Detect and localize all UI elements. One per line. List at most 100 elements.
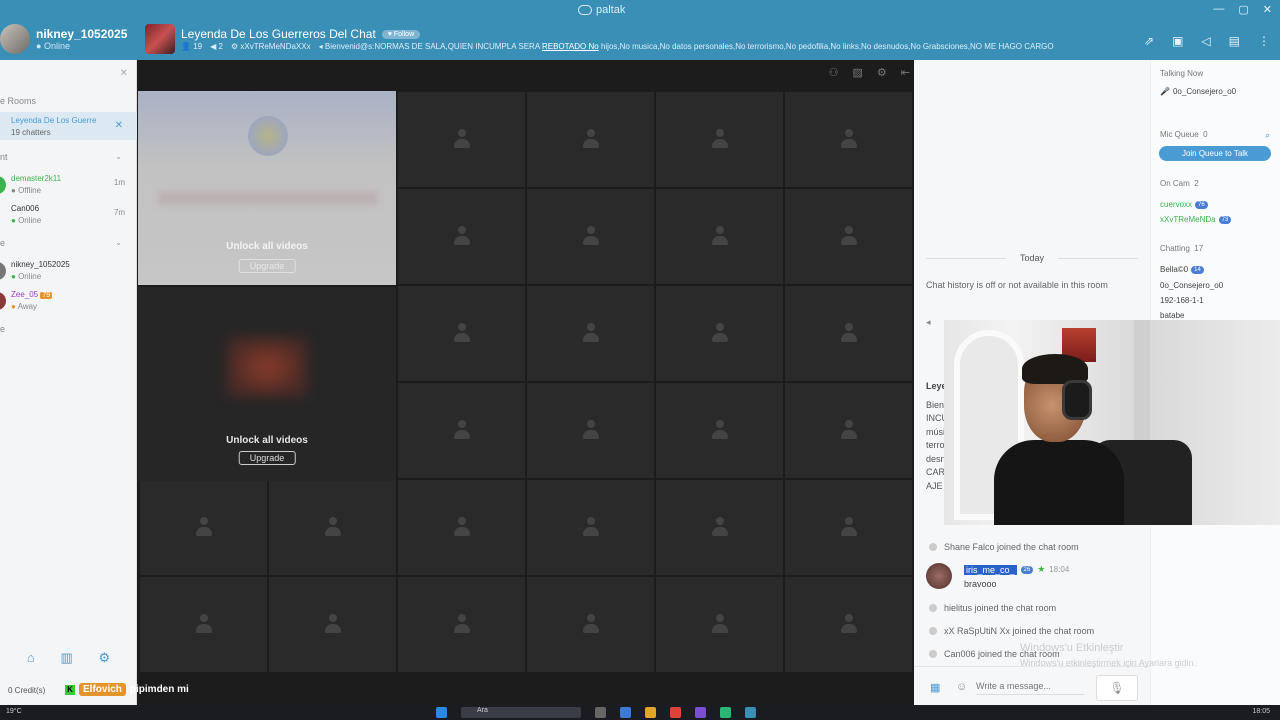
person-placeholder-icon xyxy=(709,516,731,539)
activation-watermark-sub: Windows'u etkinleştirmek için Ayarlara g… xyxy=(1020,658,1197,668)
video-settings-icon[interactable]: ⚙ xyxy=(877,66,887,79)
collapse-icon[interactable]: ⇤ xyxy=(901,66,910,79)
more-options-icon[interactable]: ⋮ xyxy=(1258,34,1270,48)
upgrade-button[interactable]: Upgrade xyxy=(238,451,296,465)
start-icon[interactable] xyxy=(436,707,447,718)
person-placeholder-icon xyxy=(580,128,602,151)
chevron-down-icon[interactable]: ⌄ xyxy=(115,152,122,161)
room-thumbnail[interactable] xyxy=(145,24,175,54)
volume-icon[interactable]: ◁ xyxy=(1201,34,1210,48)
emoji-icon[interactable]: ☺ xyxy=(956,681,967,693)
chart-icon[interactable]: ▤ xyxy=(1229,34,1240,48)
kick-icon: K xyxy=(65,684,75,695)
friend-avatar xyxy=(0,176,6,194)
weather-widget[interactable]: 19°C xyxy=(6,708,22,715)
person-placeholder-icon xyxy=(193,516,215,539)
sidebar-room-item[interactable]: Leyenda De Los Guerre 19 chatters ✕ xyxy=(0,112,137,140)
follow-button[interactable]: ♥ Follow xyxy=(381,29,421,39)
message-input[interactable] xyxy=(976,677,1084,695)
my-profile[interactable]: nikney_1052025 ● Online xyxy=(0,24,127,54)
app-icon[interactable] xyxy=(620,707,631,718)
person-placeholder-icon xyxy=(838,128,860,151)
person-placeholder-icon xyxy=(451,322,473,345)
level-badge: 26 xyxy=(1020,565,1034,574)
upgrade-button[interactable]: Upgrade xyxy=(238,259,296,273)
minimize-button[interactable]: — xyxy=(1213,3,1224,16)
person-placeholder-icon xyxy=(709,128,731,151)
chatting-label: Chatting xyxy=(1160,244,1190,253)
chat-user[interactable]: batabe xyxy=(1160,311,1184,320)
folder-icon[interactable] xyxy=(645,707,656,718)
contact-avatar xyxy=(0,262,6,280)
author-name[interactable]: iris_me_co_ xyxy=(964,564,1017,575)
person-placeholder-icon xyxy=(322,613,344,636)
talking-user[interactable]: 🎤 0o_Consejero_o0 xyxy=(1160,87,1236,96)
app-icon[interactable] xyxy=(695,707,706,718)
microphone-icon: 🎙 xyxy=(1109,681,1125,695)
motd-link[interactable]: REBOTADO No xyxy=(542,42,599,51)
cam-user[interactable]: cuervoxx 76 xyxy=(1160,200,1208,209)
empty-video-slot xyxy=(397,382,526,479)
gift-icon[interactable]: ▦ xyxy=(930,681,940,694)
sidebar-close-icon[interactable]: ✕ xyxy=(120,68,128,79)
layout-icon[interactable]: ⚇ xyxy=(829,66,839,79)
window-controls: — ▢ ✕ xyxy=(1213,3,1272,16)
friend-item[interactable]: demaster2k11 ● Offline 1m xyxy=(0,172,137,200)
empty-video-slot xyxy=(268,576,397,673)
avatar[interactable] xyxy=(926,563,952,589)
level-badge: 14 xyxy=(1191,265,1204,274)
home-icon[interactable]: ⌂ xyxy=(27,650,35,666)
room-close-icon[interactable]: ✕ xyxy=(115,120,123,131)
user-count-value: 19 xyxy=(193,42,203,51)
person-placeholder-icon xyxy=(580,516,602,539)
locked-video-tile[interactable]: Unlock all videos Upgrade xyxy=(138,91,396,285)
message-text: bravooo xyxy=(964,579,997,589)
stats-icon[interactable]: ▥ xyxy=(60,650,72,666)
empty-video-slot xyxy=(526,285,655,382)
chat-user[interactable]: 0o_Consejero_o0 xyxy=(1160,281,1223,290)
push-to-talk-button[interactable]: 🎙 xyxy=(1096,675,1138,701)
person-placeholder-icon xyxy=(838,322,860,345)
empty-video-slot xyxy=(784,285,913,382)
chevron-down-icon[interactable]: ⌄ xyxy=(115,238,122,247)
room-owner[interactable]: ⚙ xXvTReMeNDaXXx xyxy=(231,42,311,51)
contact-item[interactable]: nikney_1052025 ● Online xyxy=(0,258,137,286)
chat-user[interactable]: Bella©0 14 xyxy=(1160,265,1204,274)
locked-video-tile[interactable]: Unlock all videos Upgrade xyxy=(138,287,396,481)
paltalk-taskbar-icon[interactable] xyxy=(745,707,756,718)
join-queue-button[interactable]: Join Queue to Talk xyxy=(1159,146,1271,161)
taskbar-search[interactable]: Ara xyxy=(461,707,581,718)
maximize-button[interactable]: ▢ xyxy=(1238,3,1248,16)
taskbar: 19°C Ara 18:05 xyxy=(0,705,1280,720)
talking-user-name: 0o_Consejero_o0 xyxy=(1172,87,1237,96)
level-badge: 73 xyxy=(1218,215,1232,224)
app-icon[interactable] xyxy=(720,707,731,718)
headset-icon xyxy=(1062,380,1092,420)
friend-item[interactable]: Can006 ● Online 7m xyxy=(0,202,137,230)
app-brand: paltak xyxy=(578,4,625,16)
empty-video-slot xyxy=(397,576,526,673)
cam-user[interactable]: xXvTReMeNDa 73 xyxy=(1160,215,1232,224)
empty-video-slot xyxy=(397,285,526,382)
users-icon: 👤 xyxy=(181,42,191,51)
contact-item[interactable]: Zee_05 79 ● Away xyxy=(0,288,137,316)
on-cam-label: On Cam xyxy=(1160,179,1190,188)
camera-off-icon[interactable]: ▨ xyxy=(853,66,863,79)
date-divider: Today xyxy=(914,253,1150,263)
chat-user[interactable]: 192-168-1-1 xyxy=(1160,296,1204,305)
my-avatar[interactable] xyxy=(0,24,30,54)
search-icon[interactable]: ⌕ xyxy=(1265,130,1270,141)
motd-suffix: hijos,No musica,No datos personales,No t… xyxy=(600,42,1054,51)
contact-name: nikney_1052025 xyxy=(11,260,70,269)
sidebar-room-name: Leyenda De Los Guerre xyxy=(11,116,97,125)
sidebar-bottom-nav: ⌂ ▥ ⚙ xyxy=(0,650,137,666)
chrome-icon[interactable] xyxy=(670,707,681,718)
talking-now-header: Talking Now xyxy=(1160,69,1204,78)
close-window-button[interactable]: ✕ xyxy=(1263,3,1272,16)
empty-video-slot xyxy=(397,188,526,285)
top-toolbar: ⇗ ▣ ◁ ▤ ⋮ xyxy=(1144,34,1270,48)
settings-icon[interactable]: ⚙ xyxy=(98,650,110,666)
task-view-icon[interactable] xyxy=(595,707,606,718)
gift-icon[interactable]: ▣ xyxy=(1172,34,1183,48)
share-icon[interactable]: ⇗ xyxy=(1144,34,1154,48)
